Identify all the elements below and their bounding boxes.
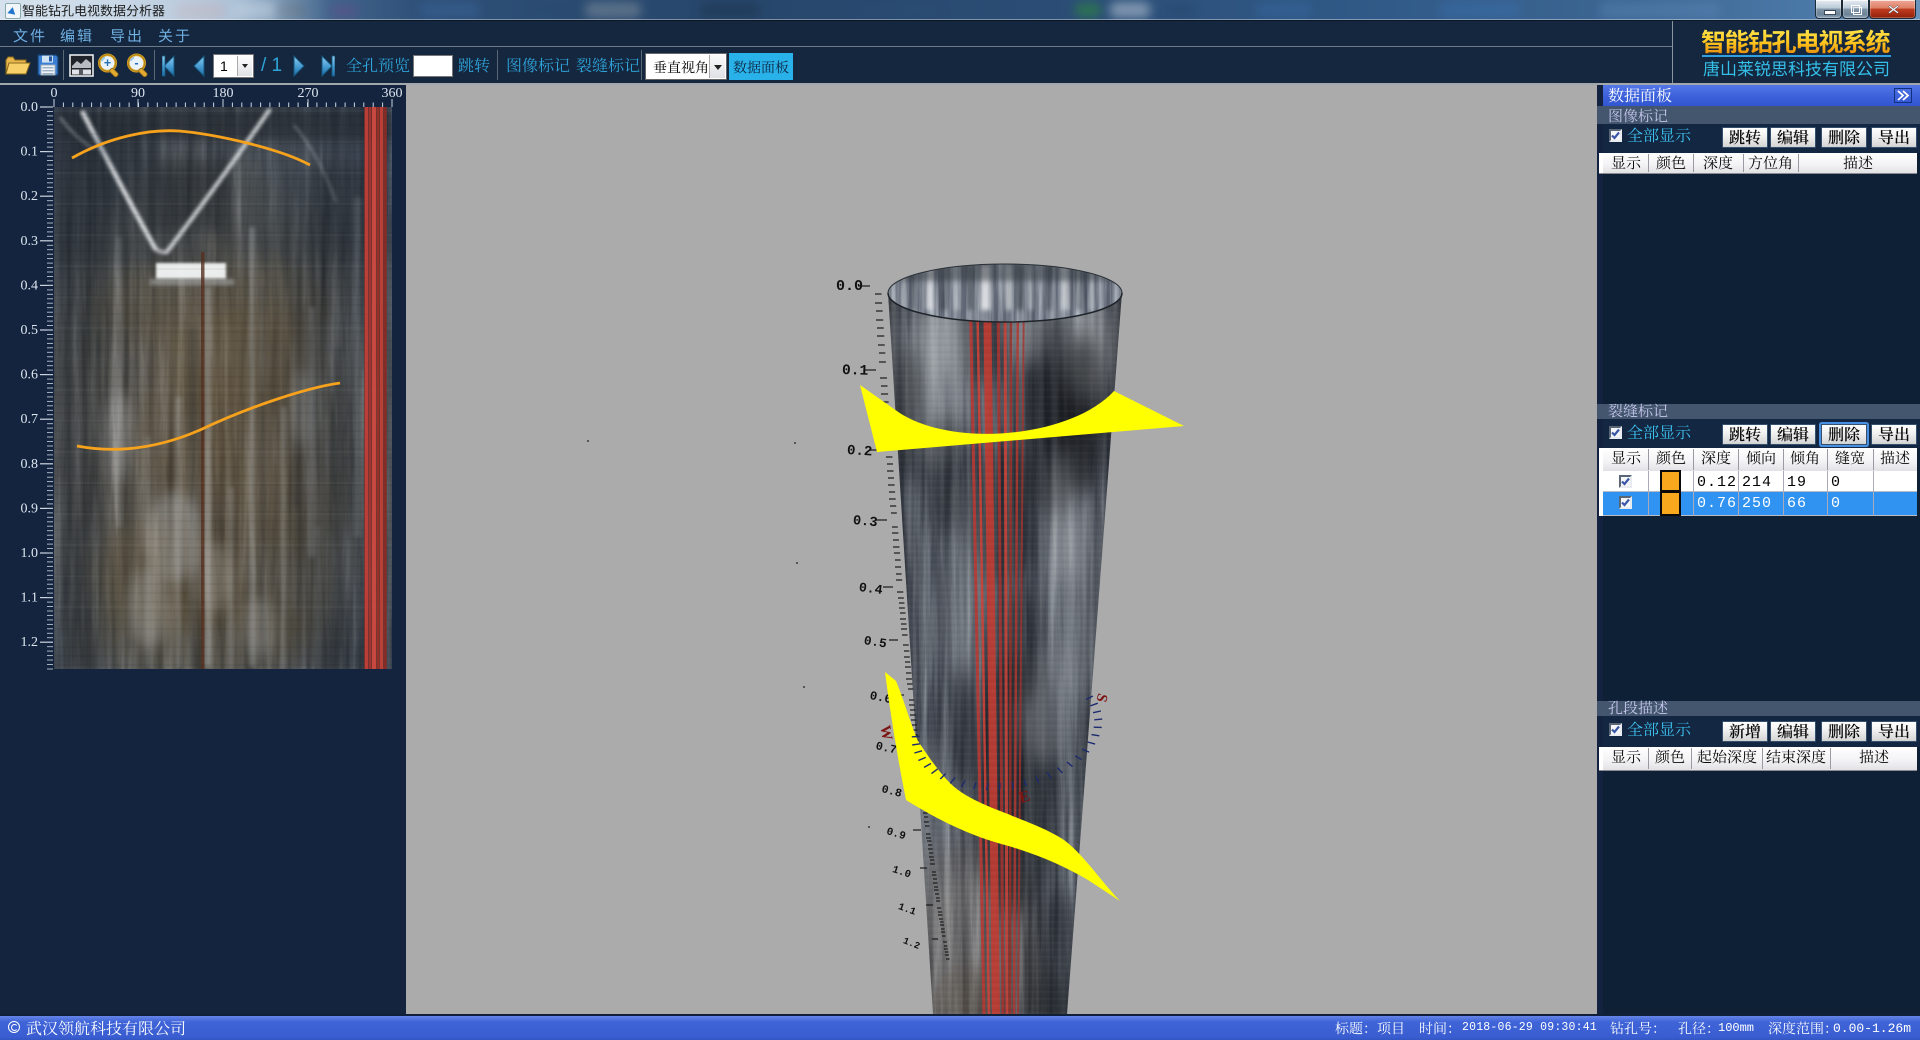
svg-text:0.8: 0.8 — [21, 457, 39, 472]
svg-text:0.7: 0.7 — [874, 739, 898, 757]
svg-text:1.2: 1.2 — [21, 635, 39, 650]
svg-text:0: 0 — [51, 86, 58, 101]
svg-text:270: 270 — [298, 86, 319, 101]
svg-text:0.6: 0.6 — [21, 368, 39, 383]
svg-text:0.3: 0.3 — [21, 234, 39, 249]
svg-text:1.1: 1.1 — [21, 591, 39, 606]
svg-text:+: + — [104, 56, 111, 70]
svg-text:0.5: 0.5 — [21, 323, 39, 338]
svg-text:0.9: 0.9 — [885, 826, 907, 843]
svg-text:360: 360 — [382, 86, 403, 101]
svg-text:0.1: 0.1 — [21, 145, 39, 160]
svg-text:0.2: 0.2 — [21, 189, 39, 204]
svg-text:0.9: 0.9 — [21, 501, 39, 516]
svg-text:0.8: 0.8 — [880, 784, 903, 801]
svg-text:1.1: 1.1 — [896, 902, 917, 919]
svg-text:S: S — [1092, 692, 1110, 704]
svg-text:1.2: 1.2 — [901, 935, 921, 952]
svg-text:0.0: 0.0 — [836, 278, 863, 295]
svg-text:0.5: 0.5 — [863, 633, 888, 651]
svg-text:1.0: 1.0 — [21, 546, 39, 561]
svg-text:W: W — [876, 724, 894, 742]
svg-text:0.2: 0.2 — [846, 443, 872, 461]
svg-text:90: 90 — [131, 86, 145, 101]
svg-text:180: 180 — [213, 86, 234, 101]
svg-text:0.0: 0.0 — [21, 100, 39, 115]
svg-text:0.1: 0.1 — [842, 363, 869, 380]
svg-text:0.4: 0.4 — [858, 580, 884, 598]
svg-text:0.3: 0.3 — [852, 514, 878, 531]
svg-text:1.0: 1.0 — [891, 864, 913, 881]
svg-text:-: - — [134, 56, 138, 70]
svg-text:0.7: 0.7 — [21, 412, 39, 427]
svg-text:0.4: 0.4 — [21, 278, 39, 293]
